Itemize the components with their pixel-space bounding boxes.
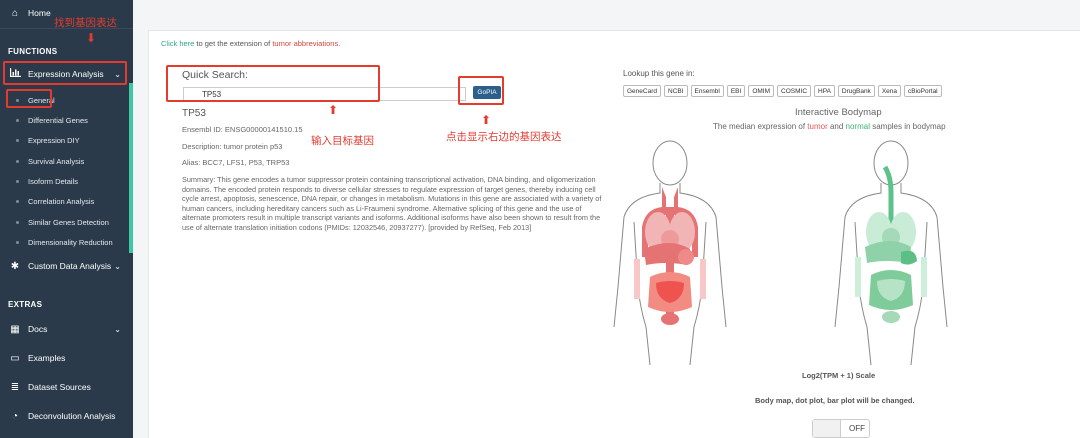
database-icon: ≣	[10, 381, 20, 393]
sidebar-subitem-expression-diy[interactable]: Expression DIY	[0, 130, 133, 150]
lookup-ebi[interactable]: EBI	[726, 85, 746, 97]
annotation-box-expression-analysis	[3, 61, 127, 85]
ensembl-id: Ensembl ID: ENSG00000141510.15	[182, 125, 303, 134]
normal-bodymap[interactable]	[821, 137, 961, 365]
annotation-arrow-up: ⬆	[481, 113, 492, 127]
chevron-down-icon: ⌄	[114, 324, 121, 334]
lookup-cbioportal[interactable]: cBioPortal	[904, 85, 942, 97]
annotation-box-gopia	[458, 76, 504, 105]
sidebar-subitem-differential-genes[interactable]: Differential Genes	[0, 110, 133, 130]
gear-icon: ✱	[10, 260, 20, 272]
bodymap-title: Interactive Bodymap	[795, 107, 882, 118]
bodymap-note: Body map, dot plot, bar plot will be cha…	[755, 396, 915, 405]
toggle-knob	[813, 420, 841, 437]
lookup-hpa[interactable]: HPA	[814, 85, 835, 97]
gene-description: Description: tumor protein p53	[182, 142, 283, 151]
annotation-box-general	[6, 89, 52, 108]
sidebar-item-deconvolution-analysis[interactable]: ◔ Deconvolution Analysis	[0, 408, 133, 424]
annotation-click-show: 点击显示右边的基因表达	[446, 131, 562, 143]
home-icon: ⌂	[11, 7, 19, 19]
annotation-arrow-up: ⬆	[328, 103, 339, 117]
extras-heading: EXTRAS	[8, 300, 43, 309]
lookup-links: GeneCard NCBI Ensembl EBI OMIM COSMIC HP…	[623, 85, 942, 97]
sidebar-subitem-similar-genes[interactable]: Similar Genes Detection	[0, 212, 133, 232]
scale-label: Log2(TPM + 1) Scale	[802, 371, 876, 380]
annotation-arrow-down: ⬇	[86, 31, 97, 45]
lookup-cosmic[interactable]: COSMIC	[777, 85, 812, 97]
annotation-box-search	[166, 65, 380, 102]
click-here-link[interactable]: Click here	[161, 39, 194, 48]
gene-name: TP53	[182, 108, 206, 119]
tumor-bodymap[interactable]	[600, 137, 740, 365]
bodymap-subtitle: The median expression of tumor and norma…	[713, 122, 946, 131]
lookup-ensembl[interactable]: Ensembl	[690, 85, 724, 97]
sidebar-item-docs[interactable]: ▦ Docs ⌄	[0, 321, 133, 337]
annotation-enter-gene: 输入目标基因	[311, 135, 374, 147]
functions-heading: FUNCTIONS	[8, 47, 58, 56]
abbreviation-hint: Click here to get the extension of tumor…	[161, 39, 341, 48]
sidebar-subitem-correlation-analysis[interactable]: Correlation Analysis	[0, 191, 133, 211]
lookup-genecard[interactable]: GeneCard	[623, 85, 661, 97]
lookup-drugbank[interactable]: DrugBank	[837, 85, 875, 97]
gene-alias: Alias: BCC7, LFS1, P53, TRP53	[182, 158, 290, 167]
sidebar-item-custom-data-analysis[interactable]: ✱ Custom Data Analysis ⌄	[0, 258, 133, 274]
lookup-label: Lookup this gene in:	[623, 69, 695, 78]
scale-toggle[interactable]: OFF	[812, 419, 870, 438]
lookup-xena[interactable]: Xena	[877, 85, 901, 97]
sidebar-subitem-survival-analysis[interactable]: Survival Analysis	[0, 151, 133, 171]
annotation-find-gene: 找到基因表达	[54, 17, 117, 29]
sidebar-subitem-isoform-details[interactable]: Isoform Details	[0, 171, 133, 191]
laptop-icon: ▭	[10, 352, 20, 364]
sidebar-subitem-dimensionality-reduction[interactable]: Dimensionality Reduction	[0, 232, 133, 252]
sidebar-item-dataset-sources[interactable]: ≣ Dataset Sources	[0, 379, 133, 395]
tumor-abbreviations-link[interactable]: tumor abbreviations	[272, 39, 338, 48]
docs-icon: ▦	[10, 323, 20, 335]
pie-chart-icon: ◔	[11, 410, 19, 422]
gene-summary: Summary: This gene encodes a tumor suppr…	[182, 175, 602, 232]
lookup-omim[interactable]: OMIM	[748, 85, 775, 97]
toggle-label: OFF	[849, 424, 865, 433]
chevron-down-icon: ⌄	[114, 261, 121, 271]
lookup-ncbi[interactable]: NCBI	[664, 85, 688, 97]
sidebar-item-examples[interactable]: ▭ Examples	[0, 350, 133, 366]
